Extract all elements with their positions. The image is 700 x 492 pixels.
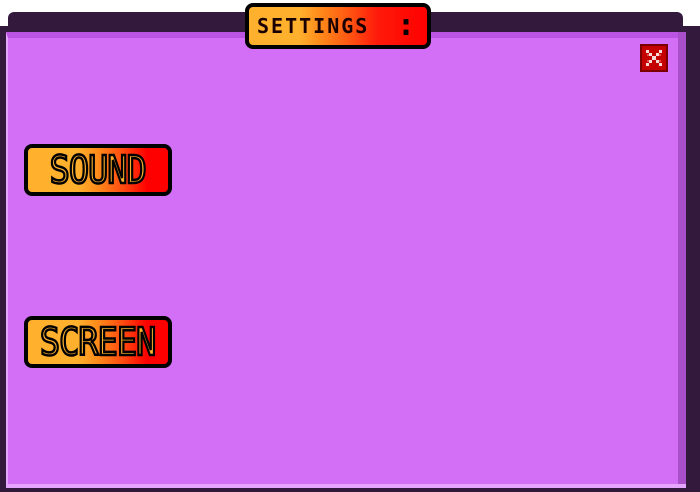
sound-button-label: SOUND bbox=[49, 148, 148, 192]
settings-window: SETTINGS : SOUND SCREEN bbox=[0, 0, 700, 492]
panel-bottom-edge bbox=[6, 484, 686, 488]
screen-button-label: SCREEN bbox=[39, 320, 158, 364]
settings-panel bbox=[6, 32, 678, 484]
panel-shadow bbox=[678, 32, 686, 484]
sound-button[interactable]: SOUND bbox=[24, 144, 172, 196]
window-title-colon: : bbox=[396, 8, 415, 43]
close-icon bbox=[646, 50, 662, 66]
window-title-tab: SETTINGS : bbox=[245, 3, 431, 49]
window-title: SETTINGS bbox=[257, 14, 370, 38]
screen-button[interactable]: SCREEN bbox=[24, 316, 172, 368]
close-button[interactable] bbox=[640, 44, 668, 72]
